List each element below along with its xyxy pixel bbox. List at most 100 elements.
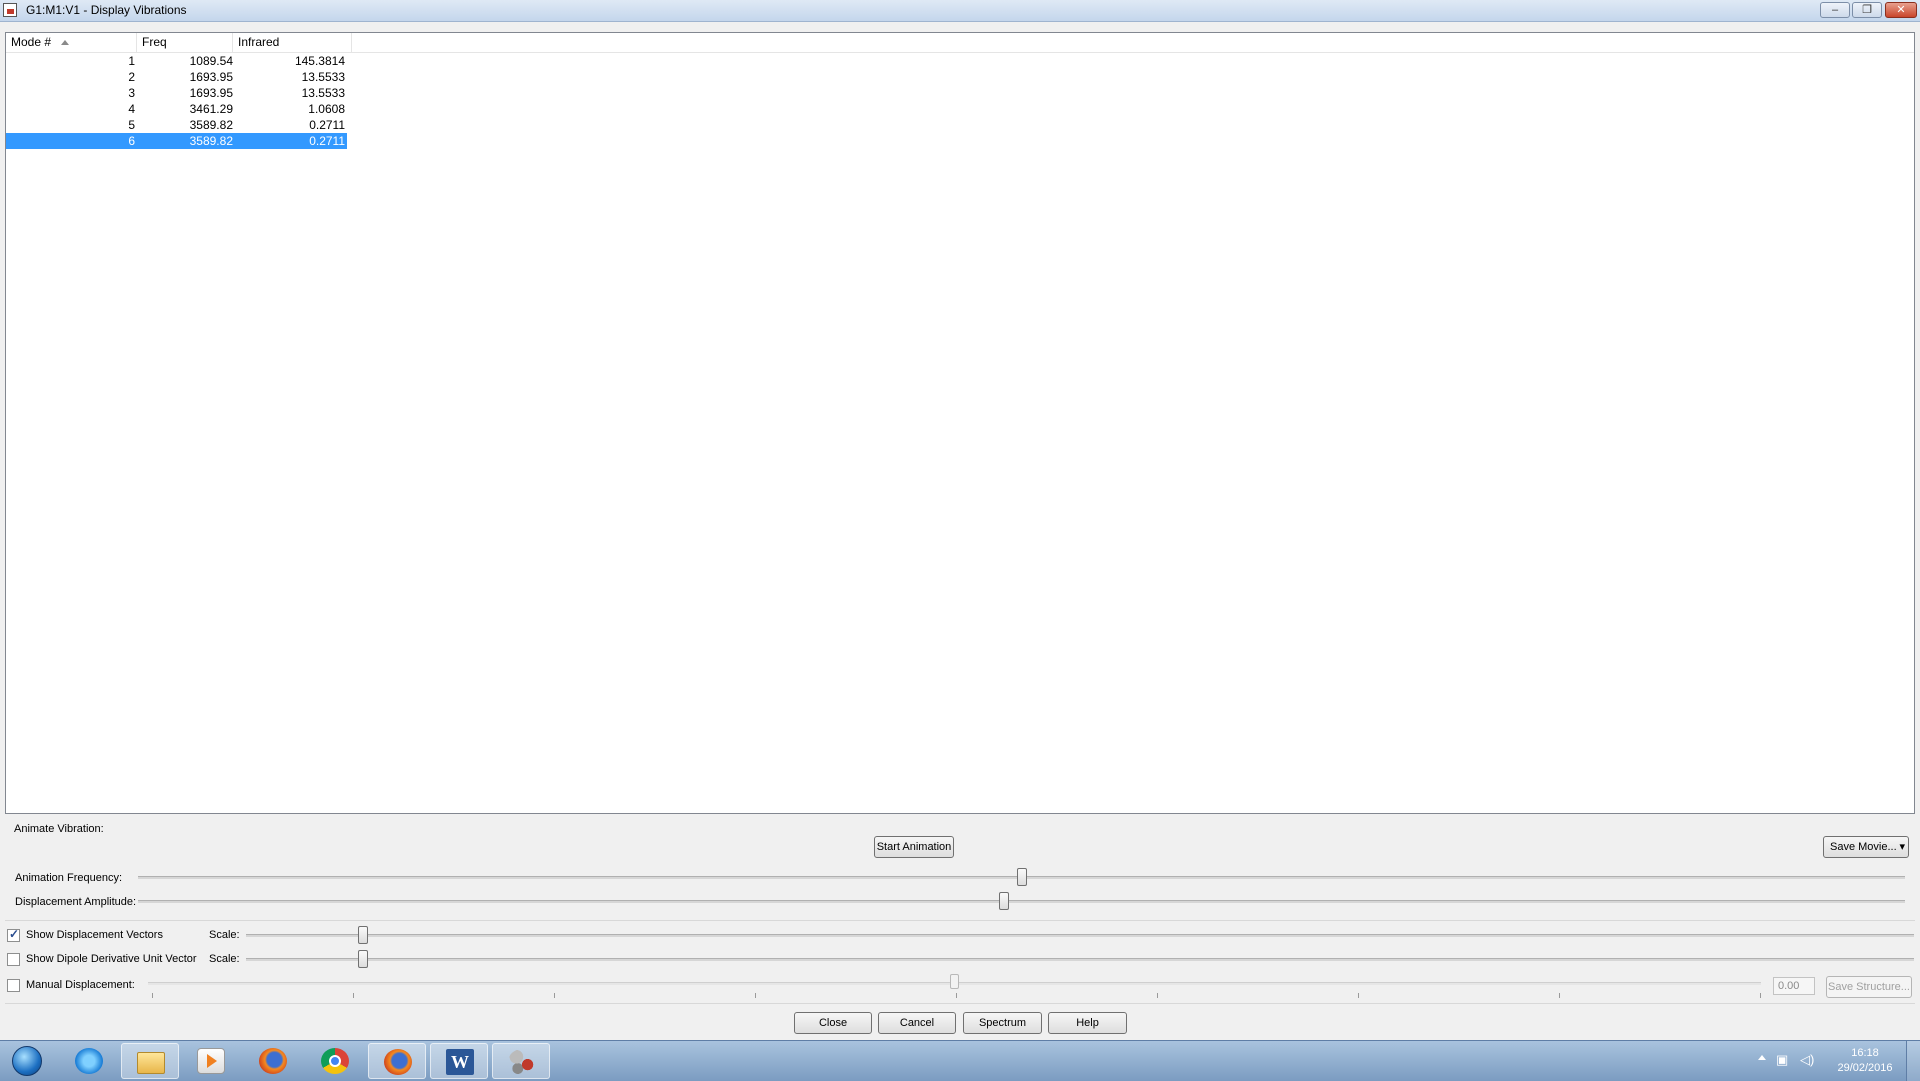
mode-cell: 1 bbox=[128, 54, 135, 68]
mode-cell: 4 bbox=[128, 102, 135, 116]
save-structure-button[interactable]: Save Structure... bbox=[1826, 976, 1912, 998]
slider-tick bbox=[152, 993, 153, 998]
app-icon[interactable] bbox=[3, 3, 17, 17]
mode-cell: 2 bbox=[128, 70, 135, 84]
taskbar-file-explorer[interactable] bbox=[121, 1043, 179, 1079]
displacement-scale-slider[interactable] bbox=[357, 926, 368, 944]
table-row[interactable]: 6 3589.82 0.2711 bbox=[6, 133, 347, 149]
slider-tick bbox=[353, 993, 354, 998]
mode-cell: 6 bbox=[128, 134, 135, 148]
network-icon[interactable]: ▣ bbox=[1776, 1053, 1790, 1067]
column-header-freq[interactable]: Freq bbox=[137, 33, 233, 52]
taskbar-media-player[interactable] bbox=[182, 1043, 240, 1079]
table-row[interactable]: 2 1693.95 13.5533 bbox=[6, 69, 347, 85]
firefox-icon bbox=[259, 1048, 287, 1074]
column-header-infrared[interactable]: Infrared bbox=[233, 33, 352, 52]
save-movie-button[interactable]: Save Movie... ▾ bbox=[1823, 836, 1909, 858]
dipole-scale-slider[interactable] bbox=[357, 950, 368, 968]
close-button[interactable]: Close bbox=[794, 1012, 872, 1034]
windows-logo-icon bbox=[12, 1046, 42, 1076]
separator bbox=[5, 1003, 1915, 1004]
table-row[interactable]: 5 3589.82 0.2711 bbox=[6, 117, 347, 133]
displacement-amplitude-slider[interactable] bbox=[998, 892, 1009, 910]
taskbar-firefox-window[interactable] bbox=[368, 1043, 426, 1079]
firefox-icon bbox=[384, 1049, 412, 1075]
mode-cell: 3 bbox=[128, 86, 135, 100]
taskbar-chrome[interactable] bbox=[306, 1043, 364, 1079]
start-animation-button[interactable]: Start Animation bbox=[874, 836, 954, 858]
column-header-label: Infrared bbox=[238, 35, 280, 49]
show-desktop-button[interactable] bbox=[1906, 1041, 1920, 1081]
taskbar-firefox[interactable] bbox=[244, 1043, 302, 1079]
chrome-icon bbox=[321, 1048, 349, 1074]
help-button[interactable]: Help bbox=[1048, 1012, 1127, 1034]
scale-label: Scale: bbox=[209, 929, 240, 941]
minimize-button[interactable]: – bbox=[1820, 2, 1850, 18]
animation-frequency-slider[interactable] bbox=[1016, 868, 1027, 886]
freq-cell: 1693.95 bbox=[189, 86, 233, 100]
slider-tick bbox=[956, 993, 957, 998]
checkmark-icon: ✓ bbox=[9, 927, 20, 941]
table-header: Mode # Freq Infrared bbox=[6, 33, 1914, 53]
volume-icon[interactable]: ◁) bbox=[1800, 1053, 1814, 1067]
freq-cell: 3461.29 bbox=[189, 102, 233, 116]
infrared-cell: 1.0608 bbox=[308, 102, 345, 116]
infrared-cell: 13.5533 bbox=[301, 70, 345, 84]
title-bar: G1:M1:V1 - Display Vibrations – ❐ ✕ bbox=[0, 0, 1920, 22]
restore-button[interactable]: ❐ bbox=[1852, 2, 1882, 18]
word-icon: W bbox=[446, 1049, 474, 1075]
sort-ascending-icon bbox=[61, 40, 69, 45]
table-row[interactable]: 1 1089.54 145.3814 bbox=[6, 53, 347, 69]
taskbar-internet-explorer[interactable] bbox=[60, 1043, 118, 1079]
slider-tick bbox=[1157, 993, 1158, 998]
clock-date: 29/02/2016 bbox=[1837, 1062, 1893, 1074]
start-button[interactable] bbox=[4, 1043, 50, 1079]
slider-tick bbox=[755, 993, 756, 998]
vibrations-table[interactable]: Mode # Freq Infrared 1 1089.54 145.3814 2 16… bbox=[5, 32, 1915, 814]
show-dipole-vector-label: Show Dipole Derivative Unit Vector bbox=[26, 953, 197, 965]
displacement-amplitude-track bbox=[138, 900, 1905, 903]
taskbar-gaussview[interactable] bbox=[492, 1043, 550, 1079]
infrared-cell: 0.2711 bbox=[309, 134, 345, 148]
show-displacement-vectors-checkbox[interactable]: ✓ bbox=[7, 927, 20, 942]
displacement-amplitude-label: Displacement Amplitude: bbox=[15, 896, 137, 908]
infrared-cell: 0.2711 bbox=[309, 118, 345, 132]
window-title: G1:M1:V1 - Display Vibrations bbox=[26, 3, 187, 17]
spectrum-button[interactable]: Spectrum bbox=[963, 1012, 1042, 1034]
manual-displacement-slider[interactable] bbox=[949, 974, 959, 989]
freq-cell: 1089.54 bbox=[189, 54, 233, 68]
gaussview-icon bbox=[508, 1049, 536, 1075]
show-hidden-icons-icon[interactable] bbox=[1758, 1055, 1766, 1060]
taskbar-word[interactable]: W bbox=[430, 1043, 488, 1079]
clock-time: 16:18 bbox=[1851, 1047, 1879, 1059]
show-displacement-vectors-label: Show Displacement Vectors bbox=[26, 929, 163, 941]
show-dipole-vector-checkbox[interactable] bbox=[7, 953, 20, 966]
manual-displacement-checkbox[interactable] bbox=[7, 979, 20, 992]
slider-tick bbox=[1559, 993, 1560, 998]
freq-cell: 1693.95 bbox=[189, 70, 233, 84]
animation-frequency-label: Animation Frequency: bbox=[15, 872, 122, 884]
column-header-mode[interactable]: Mode # bbox=[6, 33, 137, 52]
mode-cell: 5 bbox=[128, 118, 135, 132]
table-row[interactable]: 3 1693.95 13.5533 bbox=[6, 85, 347, 101]
manual-displacement-label: Manual Displacement: bbox=[26, 979, 135, 991]
infrared-cell: 145.3814 bbox=[294, 54, 345, 68]
dropdown-arrow-icon: ▾ bbox=[1899, 841, 1905, 853]
displacement-scale-track bbox=[246, 934, 1914, 937]
column-header-label: Freq bbox=[142, 35, 167, 49]
media-player-icon bbox=[197, 1048, 225, 1074]
internet-explorer-icon bbox=[75, 1048, 103, 1074]
dipole-scale-track bbox=[246, 958, 1914, 961]
scale-label: Scale: bbox=[209, 953, 240, 965]
manual-displacement-value-field[interactable]: 0.00 bbox=[1773, 977, 1815, 995]
table-row[interactable]: 4 3461.29 1.0608 bbox=[6, 101, 347, 117]
freq-cell: 3589.82 bbox=[189, 118, 233, 132]
slider-tick bbox=[1358, 993, 1359, 998]
save-movie-label: Save Movie... bbox=[1830, 841, 1897, 853]
folder-icon bbox=[137, 1052, 165, 1074]
slider-tick bbox=[1760, 993, 1761, 998]
taskbar: W ▣ ◁) 16:18 29/02/2016 bbox=[0, 1040, 1920, 1081]
cancel-button[interactable]: Cancel bbox=[878, 1012, 956, 1034]
close-window-button[interactable]: ✕ bbox=[1885, 2, 1917, 18]
system-clock[interactable]: 16:18 29/02/2016 bbox=[1820, 1046, 1910, 1076]
